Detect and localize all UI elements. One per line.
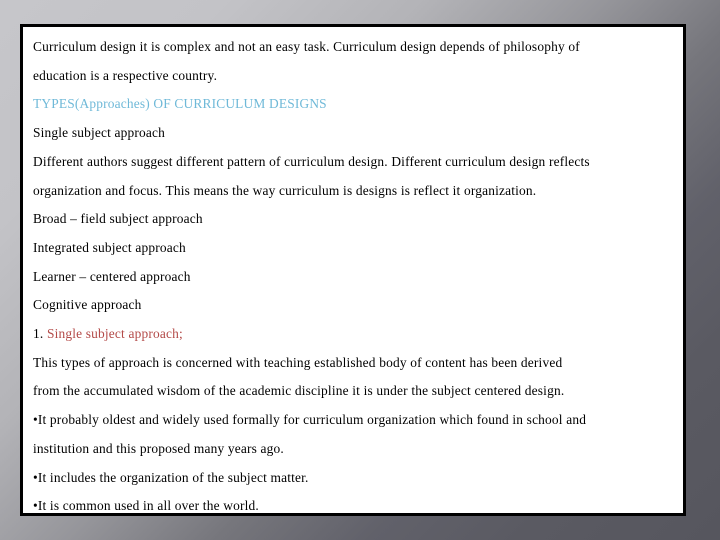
bullet-oldest-line-1: •It probably oldest and widely used form… (33, 412, 587, 428)
intro-line-2: education is a respective country. (33, 67, 218, 83)
list-item-single-subject-approach: Single subject approach (33, 125, 166, 141)
bullet-oldest-line-2: institution and this proposed many years… (33, 440, 284, 456)
intro-line-1: Curriculum design it is complex and not … (33, 39, 580, 54)
list-item-integrated-subject-approach: Integrated subject approach (33, 239, 186, 255)
list-item-broad-field-subject-approach: Broad – field subject approach (33, 211, 203, 227)
para-authors-line-2: organization and focus. This means the w… (33, 182, 537, 198)
para-authors-line-1: Different authors suggest different patt… (33, 153, 590, 169)
para-types-line-1: This types of approach is concerned with… (33, 354, 563, 370)
numbered-heading-emphasis: Single subject approach (46, 326, 179, 342)
bullet-includes-subject-matter: •It includes the organization of the sub… (33, 469, 309, 485)
bullet-common-worldwide: •It is common used in all over the world… (33, 498, 259, 514)
slide-body-text: Curriculum design it is complex and not … (23, 27, 683, 514)
list-item-cognitive-approach: Cognitive approach (33, 297, 142, 313)
slide-canvas: Curriculum design it is complex and not … (0, 0, 720, 540)
list-item-learner-centered-approach: Learner – centered approach (33, 268, 191, 284)
numbered-heading-suffix: ; (179, 326, 183, 342)
para-types-line-2: from the accumulated wisdom of the acade… (33, 383, 565, 399)
numbered-heading-prefix: 1. (33, 326, 47, 342)
numbered-heading-single-subject-approach: 1. Single subject approach; (33, 320, 673, 349)
content-text-box[interactable]: Curriculum design it is complex and not … (20, 24, 686, 516)
heading-types-of-curriculum-designs: TYPES(Approaches) OF CURRICULUM DESIGNS (33, 96, 327, 112)
